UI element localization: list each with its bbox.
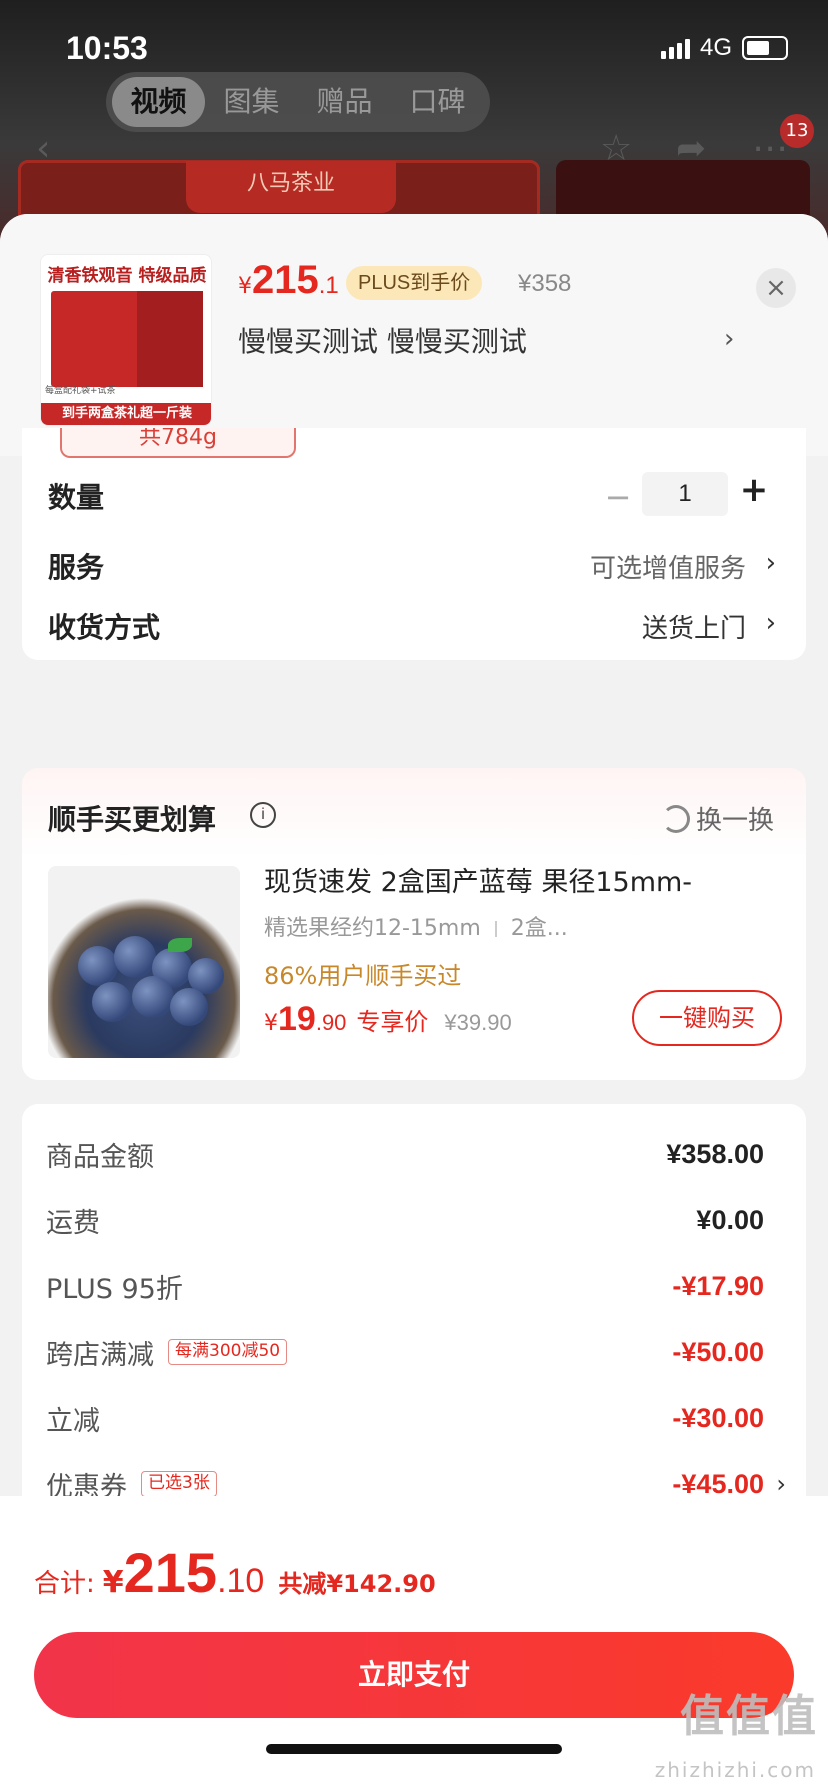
thumbnail-sub: 每盒配礼袋+试茶 xyxy=(45,386,116,396)
total-currency: ¥ xyxy=(102,1565,124,1600)
network-label: 4G xyxy=(699,34,732,61)
selection-card: 共784g 数量 − 1 + 服务 可选增值服务 › 收货方式 送货上门 › xyxy=(22,428,806,660)
swap-button[interactable]: 换一换 xyxy=(662,800,774,837)
quantity-decrement-button[interactable]: − xyxy=(600,478,636,516)
addon-sub-b: 2盒... xyxy=(510,916,568,941)
summary-label: 运费 xyxy=(46,1207,100,1239)
info-icon[interactable]: i xyxy=(250,802,276,828)
summary-label: 跨店满减 xyxy=(46,1339,154,1371)
addon-price-label: 专享价 xyxy=(356,1008,429,1036)
addon-price-decimal: .90 xyxy=(315,1010,347,1035)
summary-row: 商品金额 ¥358.00 xyxy=(46,1134,764,1174)
media-tabs: 视频 图集 赠品 口碑 xyxy=(106,72,490,132)
quantity-label: 数量 xyxy=(48,481,105,514)
addon-card: 顺手买更划算 i 换一换 现货速发 2盒国产蓝莓 果径15mm- 精选果经约12… xyxy=(22,768,806,1080)
thumbnail-footer: 到手两盒茶礼超一斤装 xyxy=(41,403,211,425)
chevron-right-icon[interactable]: › xyxy=(766,608,776,638)
summary-amount: ¥0.00 xyxy=(696,1204,764,1235)
plus-price-tag: PLUS到手价 xyxy=(346,266,483,300)
price-summary-card: 商品金额 ¥358.00 运费 ¥0.00 PLUS 95折 -¥17.90 跨… xyxy=(22,1104,806,1524)
quantity-input[interactable]: 1 xyxy=(642,472,728,516)
coupon-tag: 已选3张 xyxy=(141,1471,217,1497)
watermark-url: zhizhizhi.com xyxy=(654,1758,816,1782)
chevron-right-icon[interactable]: › xyxy=(724,324,734,354)
swap-label: 换一换 xyxy=(696,806,775,836)
addon-product-sub: 精选果经约12-15mm 2盒... xyxy=(264,910,568,942)
summary-label: PLUS 95折 xyxy=(46,1273,183,1305)
price-integer: 215 xyxy=(252,258,319,302)
addon-price-integer: 19 xyxy=(278,1000,316,1038)
spec-chip[interactable]: 共784g xyxy=(60,428,296,458)
refresh-icon xyxy=(662,804,690,833)
thumbnail-boxes xyxy=(51,291,203,387)
tab-video[interactable]: 视频 xyxy=(112,77,205,127)
cart-badge: 13 xyxy=(780,114,814,148)
summary-label: 立减 xyxy=(46,1405,100,1437)
blueberry-product-image[interactable] xyxy=(48,866,240,1058)
addon-sub-a: 精选果经约12-15mm xyxy=(264,916,481,941)
one-click-buy-button[interactable]: 一键购买 xyxy=(632,990,782,1046)
delivery-label: 收货方式 xyxy=(48,611,161,644)
brand-logo: 八马茶业 xyxy=(186,161,396,213)
service-label: 服务 xyxy=(48,551,105,584)
status-time: 10:53 xyxy=(66,30,148,66)
header-price: ¥ 215 .1 xyxy=(238,258,339,303)
addon-rate: 86%用户顺手买过 xyxy=(264,962,462,990)
summary-amount: -¥45.00 xyxy=(672,1468,764,1499)
total-decimal: .10 xyxy=(217,1562,265,1600)
sheet-header: 清香铁观音 特级品质 每盒配礼袋+试茶 到手两盒茶礼超一斤装 ¥ 215 .1 … xyxy=(0,214,828,456)
quantity-increment-button[interactable]: + xyxy=(736,470,772,510)
summary-row: PLUS 95折 -¥17.90 xyxy=(46,1266,764,1306)
chevron-right-icon[interactable]: › xyxy=(766,548,776,578)
original-price: ¥358 xyxy=(518,270,572,297)
checkout-sheet: 清香铁观音 特级品质 每盒配礼袋+试茶 到手两盒茶礼超一斤装 ¥ 215 .1 … xyxy=(0,214,828,1792)
addon-original-price: ¥39.90 xyxy=(444,1010,512,1035)
delivery-value[interactable]: 送货上门 xyxy=(642,608,746,645)
price-currency: ¥ xyxy=(238,274,252,299)
summary-amount: -¥17.90 xyxy=(672,1270,764,1301)
summary-amount: -¥30.00 xyxy=(672,1402,764,1433)
price-decimal: .1 xyxy=(318,272,339,299)
thumbnail-title: 清香铁观音 特级品质 xyxy=(47,266,207,286)
status-indicators: 4G xyxy=(660,34,788,62)
promo-tag: 每满300减50 xyxy=(168,1339,288,1365)
addon-title: 顺手买更划算 xyxy=(48,803,217,836)
total-price: 合计: ¥ 215 .10 共减¥142.90 xyxy=(34,1540,436,1605)
chevron-right-icon[interactable]: › xyxy=(776,1470,786,1498)
total-label: 合计: xyxy=(34,1569,95,1599)
summary-row: 跨店满减 每满300减50 -¥50.00 xyxy=(46,1332,764,1372)
addon-price: ¥ 19 .90 专享价 ¥39.90 xyxy=(264,1000,512,1039)
tab-gallery[interactable]: 图集 xyxy=(205,77,298,127)
total-saved: 共减¥142.90 xyxy=(278,1570,436,1598)
total-integer: 215 xyxy=(123,1541,218,1604)
summary-amount: ¥358.00 xyxy=(666,1138,764,1169)
signal-icon xyxy=(660,37,690,59)
home-indicator[interactable] xyxy=(266,1744,562,1754)
selected-spec[interactable]: 慢慢买测试 慢慢买测试 xyxy=(238,320,527,360)
addon-product-title[interactable]: 现货速发 2盒国产蓝莓 果径15mm- xyxy=(264,860,764,899)
summary-row: 立减 -¥30.00 xyxy=(46,1398,764,1438)
service-value[interactable]: 可选增值服务 xyxy=(590,548,746,585)
summary-label: 商品金额 xyxy=(46,1141,154,1173)
close-button[interactable]: × xyxy=(756,268,796,308)
battery-icon xyxy=(742,36,788,60)
tab-reviews[interactable]: 口碑 xyxy=(391,77,484,127)
checkout-footer: 合计: ¥ 215 .10 共减¥142.90 立即支付 xyxy=(0,1496,828,1792)
addon-price-currency: ¥ xyxy=(264,1011,278,1036)
tab-gift[interactable]: 赠品 xyxy=(298,77,391,127)
summary-amount: -¥50.00 xyxy=(672,1336,764,1367)
summary-row: 运费 ¥0.00 xyxy=(46,1200,764,1240)
watermark: 值值值 xyxy=(680,1691,818,1742)
product-thumbnail: 清香铁观音 特级品质 每盒配礼袋+试茶 到手两盒茶礼超一斤装 xyxy=(40,254,212,426)
